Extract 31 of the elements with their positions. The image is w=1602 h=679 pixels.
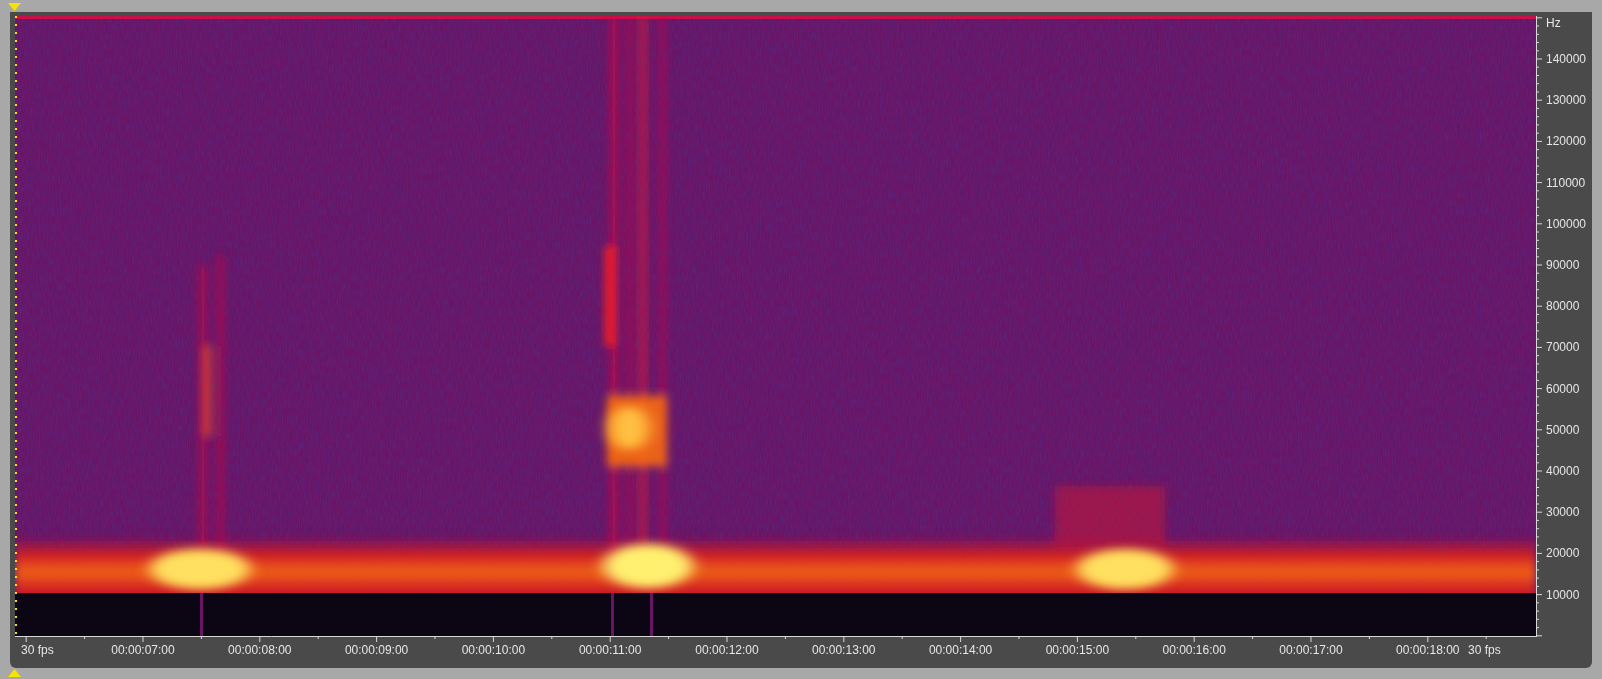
time-tick-label: 00:00:17:00 — [1279, 642, 1343, 658]
time-tick-label: 00:00:14:00 — [928, 642, 993, 658]
frequency-tick-label: 90000 — [1546, 258, 1580, 272]
time-tick-label: 00:00:12:00 — [695, 642, 759, 658]
frequency-tick-label: 10000 — [1546, 587, 1580, 602]
frequency-tick-label: 30000 — [1546, 505, 1580, 520]
frame-rate-label: 30 fps — [21, 642, 54, 658]
time-tick-label: 00:00:15:00 — [1045, 642, 1110, 658]
frequency-tick-label: 140000 — [1546, 52, 1587, 66]
frequency-tick-label: 130000 — [1546, 93, 1587, 108]
playhead-bottom-marker-icon[interactable] — [8, 669, 21, 677]
frequency-tick-label: 120000 — [1546, 134, 1587, 149]
frame-rate-label: 30 fps — [1468, 642, 1501, 658]
frequency-tick-label: 50000 — [1546, 422, 1580, 437]
time-tick-label: 00:00:09:00 — [344, 642, 409, 658]
time-tick-label: 00:00:16:00 — [1162, 642, 1226, 658]
frequency-tick-label: 20000 — [1546, 546, 1580, 561]
time-tick-label: 00:00:10:00 — [461, 642, 526, 658]
frequency-tick-label: 40000 — [1546, 464, 1580, 478]
time-tick-label: 00:00:18:00 — [1396, 642, 1460, 658]
time-tick-label: 00:00:11:00 — [578, 642, 642, 658]
frequency-tick-label: 100000 — [1546, 216, 1587, 231]
frequency-tick-label: 110000 — [1546, 175, 1586, 190]
frequency-unit-label: Hz — [1546, 16, 1561, 30]
frequency-tick-label: 60000 — [1546, 381, 1580, 396]
time-tick-label: 00:00:13:00 — [812, 642, 876, 658]
frequency-tick-label: 70000 — [1546, 340, 1580, 355]
frequency-tick-label: 80000 — [1546, 299, 1580, 314]
time-tick-label: 00:00:07:00 — [111, 642, 175, 658]
playhead-top-marker-icon[interactable] — [8, 3, 21, 11]
time-tick-label: 00:00:08:00 — [228, 642, 292, 658]
